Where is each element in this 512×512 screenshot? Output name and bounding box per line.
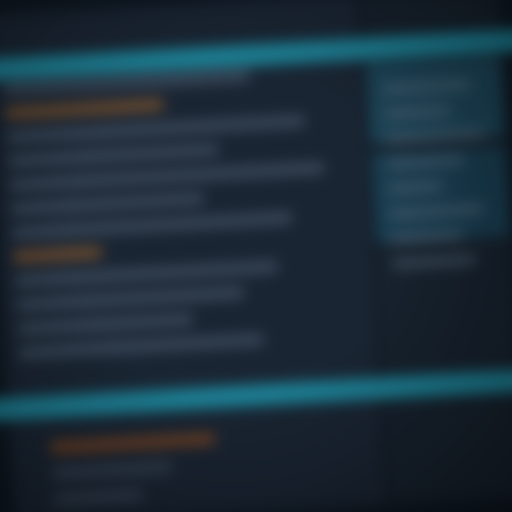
code-line bbox=[14, 260, 278, 287]
side-panel-line bbox=[392, 254, 476, 269]
code-line bbox=[13, 246, 102, 263]
code-line bbox=[5, 98, 164, 119]
code-line bbox=[8, 143, 219, 167]
code-line bbox=[51, 461, 172, 480]
code-line bbox=[12, 211, 293, 239]
blurred-code-editor-photo bbox=[0, 0, 512, 512]
side-panel-line bbox=[384, 105, 451, 119]
side-panel-line bbox=[388, 181, 444, 194]
code-line bbox=[17, 313, 193, 335]
code-line bbox=[9, 162, 325, 191]
code-line bbox=[10, 192, 204, 215]
code-line bbox=[18, 333, 264, 359]
side-panel-line bbox=[385, 129, 485, 144]
side-panel-line bbox=[386, 155, 465, 169]
side-panel-line bbox=[389, 204, 484, 219]
code-lines bbox=[3, 64, 370, 371]
blurred-screen-content bbox=[0, 0, 512, 512]
side-panel-lines bbox=[382, 79, 504, 285]
editor-window bbox=[0, 0, 512, 512]
code-line bbox=[52, 488, 144, 506]
code-line bbox=[6, 115, 305, 143]
code-line bbox=[16, 286, 244, 311]
side-panel-line bbox=[391, 230, 463, 244]
